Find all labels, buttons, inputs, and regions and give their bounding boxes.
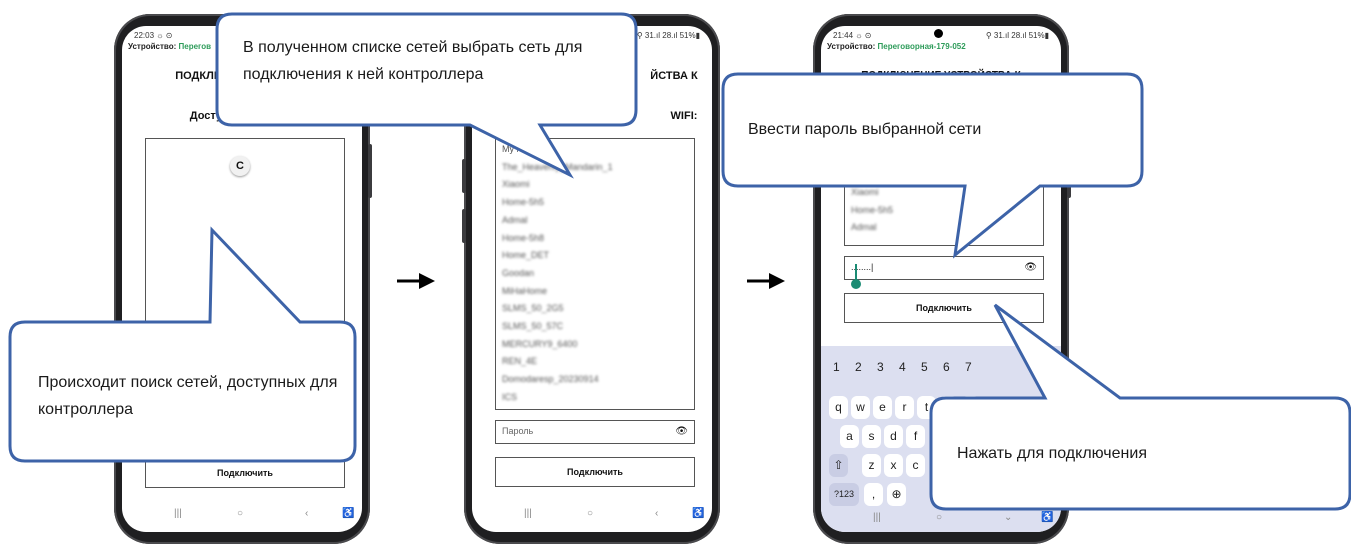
callout-enter-password-text: Ввести пароль выбранной сети [748, 121, 982, 138]
callout-select-network-text: В полученном списке сетей выбрать сеть д… [243, 39, 583, 83]
callout-enter-password [721, 72, 1144, 259]
callout-searching-text: Происходит поиск сетей, доступных для ко… [38, 374, 338, 418]
callout-press-connect-text: Нажать для подключения [957, 445, 1147, 462]
callout-press-connect [929, 303, 1351, 511]
callout-searching [8, 226, 357, 463]
